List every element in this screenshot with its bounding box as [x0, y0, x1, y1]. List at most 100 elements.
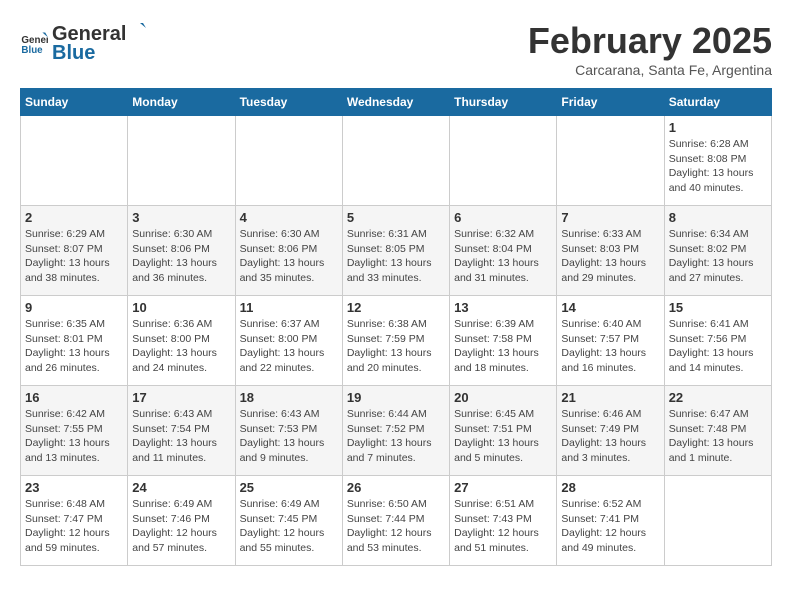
day-info: Sunrise: 6:36 AM Sunset: 8:00 PM Dayligh…	[132, 317, 230, 376]
calendar-table: SundayMondayTuesdayWednesdayThursdayFrid…	[20, 88, 772, 566]
day-info: Sunrise: 6:43 AM Sunset: 7:53 PM Dayligh…	[240, 407, 338, 466]
calendar-day-cell: 2 Sunrise: 6:29 AM Sunset: 8:07 PM Daylig…	[21, 206, 128, 296]
page-header: General Blue General Blue February 2025 …	[20, 20, 772, 78]
svg-text:Blue: Blue	[21, 44, 43, 55]
calendar-day-cell: 8 Sunrise: 6:34 AM Sunset: 8:02 PM Daylig…	[664, 206, 771, 296]
calendar-day-cell: 22 Sunrise: 6:47 AM Sunset: 7:48 PM Dayli…	[664, 386, 771, 476]
day-info: Sunrise: 6:51 AM Sunset: 7:43 PM Dayligh…	[454, 497, 552, 556]
calendar-day-cell	[235, 116, 342, 206]
day-info: Sunrise: 6:33 AM Sunset: 8:03 PM Dayligh…	[561, 227, 659, 286]
calendar-day-cell: 1 Sunrise: 6:28 AM Sunset: 8:08 PM Daylig…	[664, 116, 771, 206]
logo: General Blue General Blue	[20, 20, 146, 65]
day-number: 3	[132, 210, 230, 225]
calendar-title: February 2025	[528, 20, 772, 62]
day-number: 7	[561, 210, 659, 225]
day-info: Sunrise: 6:28 AM Sunset: 8:08 PM Dayligh…	[669, 137, 767, 196]
calendar-day-cell: 11 Sunrise: 6:37 AM Sunset: 8:00 PM Dayli…	[235, 296, 342, 386]
day-number: 24	[132, 480, 230, 495]
day-number: 23	[25, 480, 123, 495]
calendar-day-cell: 4 Sunrise: 6:30 AM Sunset: 8:06 PM Daylig…	[235, 206, 342, 296]
calendar-day-cell: 27 Sunrise: 6:51 AM Sunset: 7:43 PM Dayli…	[450, 476, 557, 566]
calendar-day-cell	[342, 116, 449, 206]
calendar-week-row: 9Sunrise: 6:35 AM Sunset: 8:01 PM Daylig…	[21, 296, 772, 386]
calendar-week-row: 2 Sunrise: 6:29 AM Sunset: 8:07 PM Daylig…	[21, 206, 772, 296]
day-number: 13	[454, 300, 552, 315]
calendar-day-cell: 14Sunrise: 6:40 AM Sunset: 7:57 PM Dayli…	[557, 296, 664, 386]
day-info: Sunrise: 6:29 AM Sunset: 8:07 PM Dayligh…	[25, 227, 123, 286]
calendar-day-cell: 13 Sunrise: 6:39 AM Sunset: 7:58 PM Dayli…	[450, 296, 557, 386]
calendar-day-cell	[450, 116, 557, 206]
day-of-week-header: Thursday	[450, 89, 557, 116]
calendar-week-row: 16Sunrise: 6:42 AM Sunset: 7:55 PM Dayli…	[21, 386, 772, 476]
day-number: 8	[669, 210, 767, 225]
calendar-week-row: 23 Sunrise: 6:48 AM Sunset: 7:47 PM Dayli…	[21, 476, 772, 566]
day-info: Sunrise: 6:30 AM Sunset: 8:06 PM Dayligh…	[132, 227, 230, 286]
day-number: 5	[347, 210, 445, 225]
calendar-day-cell: 7 Sunrise: 6:33 AM Sunset: 8:03 PM Daylig…	[557, 206, 664, 296]
calendar-day-cell: 25 Sunrise: 6:49 AM Sunset: 7:45 PM Dayli…	[235, 476, 342, 566]
day-number: 6	[454, 210, 552, 225]
day-number: 4	[240, 210, 338, 225]
day-number: 15	[669, 300, 767, 315]
calendar-day-cell: 16Sunrise: 6:42 AM Sunset: 7:55 PM Dayli…	[21, 386, 128, 476]
day-info: Sunrise: 6:34 AM Sunset: 8:02 PM Dayligh…	[669, 227, 767, 286]
calendar-day-cell: 12 Sunrise: 6:38 AM Sunset: 7:59 PM Dayli…	[342, 296, 449, 386]
day-info: Sunrise: 6:40 AM Sunset: 7:57 PM Dayligh…	[561, 317, 659, 376]
calendar-day-cell	[21, 116, 128, 206]
calendar-day-cell: 15Sunrise: 6:41 AM Sunset: 7:56 PM Dayli…	[664, 296, 771, 386]
day-number: 22	[669, 390, 767, 405]
day-info: Sunrise: 6:35 AM Sunset: 8:01 PM Dayligh…	[25, 317, 123, 376]
day-info: Sunrise: 6:30 AM Sunset: 8:06 PM Dayligh…	[240, 227, 338, 286]
calendar-day-cell	[664, 476, 771, 566]
calendar-day-cell: 10 Sunrise: 6:36 AM Sunset: 8:00 PM Dayli…	[128, 296, 235, 386]
day-number: 27	[454, 480, 552, 495]
calendar-header-row: SundayMondayTuesdayWednesdayThursdayFrid…	[21, 89, 772, 116]
day-of-week-header: Saturday	[664, 89, 771, 116]
day-of-week-header: Tuesday	[235, 89, 342, 116]
calendar-week-row: 1 Sunrise: 6:28 AM Sunset: 8:08 PM Daylig…	[21, 116, 772, 206]
day-number: 18	[240, 390, 338, 405]
calendar-day-cell: 23 Sunrise: 6:48 AM Sunset: 7:47 PM Dayli…	[21, 476, 128, 566]
day-info: Sunrise: 6:48 AM Sunset: 7:47 PM Dayligh…	[25, 497, 123, 556]
day-of-week-header: Monday	[128, 89, 235, 116]
day-number: 19	[347, 390, 445, 405]
day-info: Sunrise: 6:39 AM Sunset: 7:58 PM Dayligh…	[454, 317, 552, 376]
day-number: 17	[132, 390, 230, 405]
logo-icon: General Blue	[20, 29, 48, 57]
calendar-day-cell: 18 Sunrise: 6:43 AM Sunset: 7:53 PM Dayli…	[235, 386, 342, 476]
calendar-day-cell: 26 Sunrise: 6:50 AM Sunset: 7:44 PM Dayli…	[342, 476, 449, 566]
day-of-week-header: Wednesday	[342, 89, 449, 116]
day-number: 20	[454, 390, 552, 405]
day-info: Sunrise: 6:32 AM Sunset: 8:04 PM Dayligh…	[454, 227, 552, 286]
day-of-week-header: Friday	[557, 89, 664, 116]
day-number: 16	[25, 390, 123, 405]
calendar-subtitle: Carcarana, Santa Fe, Argentina	[528, 62, 772, 78]
day-info: Sunrise: 6:37 AM Sunset: 8:00 PM Dayligh…	[240, 317, 338, 376]
day-number: 12	[347, 300, 445, 315]
calendar-day-cell: 9Sunrise: 6:35 AM Sunset: 8:01 PM Daylig…	[21, 296, 128, 386]
day-info: Sunrise: 6:38 AM Sunset: 7:59 PM Dayligh…	[347, 317, 445, 376]
logo-bird-icon	[126, 20, 146, 40]
calendar-day-cell: 17 Sunrise: 6:43 AM Sunset: 7:54 PM Dayli…	[128, 386, 235, 476]
day-number: 25	[240, 480, 338, 495]
day-of-week-header: Sunday	[21, 89, 128, 116]
calendar-day-cell: 19 Sunrise: 6:44 AM Sunset: 7:52 PM Dayli…	[342, 386, 449, 476]
calendar-day-cell	[557, 116, 664, 206]
day-number: 26	[347, 480, 445, 495]
day-info: Sunrise: 6:49 AM Sunset: 7:45 PM Dayligh…	[240, 497, 338, 556]
day-number: 11	[240, 300, 338, 315]
day-number: 1	[669, 120, 767, 135]
day-number: 28	[561, 480, 659, 495]
day-number: 10	[132, 300, 230, 315]
day-info: Sunrise: 6:44 AM Sunset: 7:52 PM Dayligh…	[347, 407, 445, 466]
day-info: Sunrise: 6:52 AM Sunset: 7:41 PM Dayligh…	[561, 497, 659, 556]
day-info: Sunrise: 6:43 AM Sunset: 7:54 PM Dayligh…	[132, 407, 230, 466]
day-info: Sunrise: 6:47 AM Sunset: 7:48 PM Dayligh…	[669, 407, 767, 466]
day-number: 2	[25, 210, 123, 225]
day-info: Sunrise: 6:31 AM Sunset: 8:05 PM Dayligh…	[347, 227, 445, 286]
calendar-day-cell: 21Sunrise: 6:46 AM Sunset: 7:49 PM Dayli…	[557, 386, 664, 476]
calendar-day-cell: 20Sunrise: 6:45 AM Sunset: 7:51 PM Dayli…	[450, 386, 557, 476]
day-number: 21	[561, 390, 659, 405]
day-info: Sunrise: 6:50 AM Sunset: 7:44 PM Dayligh…	[347, 497, 445, 556]
title-block: February 2025 Carcarana, Santa Fe, Argen…	[528, 20, 772, 78]
